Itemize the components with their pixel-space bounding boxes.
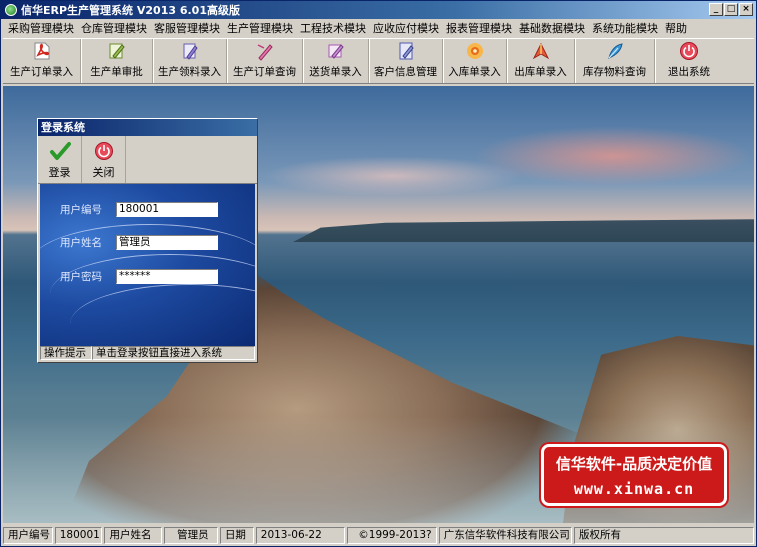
- sunset-cloud: [263, 156, 523, 196]
- arrow-feather-icon: [530, 40, 552, 62]
- menu-customer-service[interactable]: 客服管理模块: [151, 20, 223, 36]
- menu-bar: 采购管理模块 仓库管理模块 客服管理模块 生产管理模块 工程技术模块 应收应付模…: [1, 19, 756, 37]
- close-dialog-button[interactable]: 关闭: [82, 136, 126, 183]
- toolbar-label: 客户信息管理: [374, 66, 437, 78]
- feather-icon: [604, 40, 626, 62]
- menu-warehouse[interactable]: 仓库管理模块: [78, 20, 150, 36]
- status-rights: 版权所有: [574, 526, 754, 544]
- login-dialog-title: 登录系统: [38, 119, 257, 136]
- toolbar-label: 生产订单录入: [10, 66, 73, 78]
- toolbar-production-order-entry[interactable]: 生产订单录入: [3, 39, 81, 83]
- brand-banner: 信华软件-品质决定价值 www.xinwa.cn: [541, 444, 727, 506]
- toolbar-material-requisition[interactable]: 生产领料录入: [153, 39, 227, 83]
- toolbar-label: 退出系统: [668, 66, 710, 78]
- toolbar-label: 生产单审批: [90, 66, 143, 78]
- user-id-row: 用户编号 180001: [60, 202, 218, 217]
- toolbar-label: 出库单录入: [514, 66, 567, 78]
- user-name-field[interactable]: 管理员: [116, 235, 218, 250]
- toolbar-stock-in-entry[interactable]: 入库单录入: [443, 39, 507, 83]
- menu-engineering[interactable]: 工程技术模块: [297, 20, 369, 36]
- menu-production[interactable]: 生产管理模块: [224, 20, 296, 36]
- menu-reports[interactable]: 报表管理模块: [443, 20, 515, 36]
- menu-system[interactable]: 系统功能模块: [589, 20, 661, 36]
- user-name-label: 用户姓名: [60, 237, 102, 249]
- window-controls: _ □ ×: [709, 3, 753, 16]
- status-company: 广东信华软件科技有限公司: [438, 526, 573, 544]
- hint-text: 单击登录按钮直接进入系统: [92, 346, 255, 360]
- power-icon: [93, 140, 115, 162]
- close-button-label: 关闭: [92, 165, 115, 179]
- toolbar-customer-info[interactable]: 客户信息管理: [369, 39, 443, 83]
- toolbar-exit-system[interactable]: 退出系统: [655, 39, 723, 83]
- toolbar-label: 入库单录入: [448, 66, 501, 78]
- menu-base-data[interactable]: 基础数据模块: [516, 20, 588, 36]
- app-logo-icon: [5, 4, 17, 16]
- toolbar-label: 库存物料查询: [583, 66, 646, 78]
- toolbar-production-order-query[interactable]: 生产订单查询: [227, 39, 303, 83]
- toolbar-inventory-query[interactable]: 库存物料查询: [575, 39, 655, 83]
- status-user-name: 管理员: [164, 526, 218, 544]
- pen-query-icon: [254, 40, 276, 62]
- toolbar-production-approval[interactable]: 生产单审批: [81, 39, 153, 83]
- main-window: 信华ERP生产管理系统 V2013 6.01高级版 _ □ × 采购管理模块 仓…: [0, 0, 757, 547]
- login-button-label: 登录: [48, 165, 71, 179]
- brand-url: www.xinwa.cn: [573, 480, 695, 498]
- notebook-icon: [395, 40, 417, 62]
- minimize-button[interactable]: _: [709, 3, 723, 16]
- login-panel: 用户编号 180001 用户姓名 管理员 用户密码 ******: [40, 184, 255, 346]
- status-user-id: 180001: [54, 526, 103, 544]
- status-date: 2013-06-22: [255, 526, 346, 544]
- distant-headland: [293, 219, 754, 242]
- toolbar-delivery-entry[interactable]: 送货单录入: [303, 39, 369, 83]
- menu-help[interactable]: 帮助: [662, 20, 690, 36]
- pdf-icon: [31, 40, 53, 62]
- status-user-id-label: 用户编号: [3, 526, 53, 544]
- login-toolbar: 登录 关闭: [38, 136, 257, 184]
- window-title: 信华ERP生产管理系统 V2013 6.01高级版: [21, 4, 240, 17]
- menu-receivables[interactable]: 应收应付模块: [370, 20, 442, 36]
- pencil-doc-icon: [179, 40, 201, 62]
- user-id-label: 用户编号: [60, 204, 102, 216]
- hint-label: 操作提示: [40, 346, 92, 360]
- flower-icon: [464, 40, 486, 62]
- status-copyright: ©1999-2013?: [347, 526, 437, 544]
- login-button[interactable]: 登录: [38, 136, 82, 183]
- password-field[interactable]: ******: [116, 269, 218, 284]
- maximize-button[interactable]: □: [724, 3, 738, 16]
- main-toolbar: 生产订单录入 生产单审批 生产领料录入 生产订单查询 送货单录入 客户信息管理 …: [3, 38, 754, 84]
- login-dialog: 登录系统 登录 关闭 用户编号 180001 用户姓名 管理员 用户密码 ***…: [37, 118, 258, 363]
- toolbar-label: 生产订单查询: [233, 66, 296, 78]
- title-bar: 信华ERP生产管理系统 V2013 6.01高级版 _ □ ×: [1, 1, 756, 19]
- password-label: 用户密码: [60, 271, 102, 283]
- power-icon: [678, 40, 700, 62]
- user-id-field[interactable]: 180001: [116, 202, 218, 217]
- login-status-bar: 操作提示 单击登录按钮直接进入系统: [40, 346, 255, 360]
- menu-purchase[interactable]: 采购管理模块: [5, 20, 77, 36]
- user-name-row: 用户姓名 管理员: [60, 235, 218, 250]
- status-user-name-label: 用户姓名: [104, 526, 163, 544]
- close-window-button[interactable]: ×: [739, 3, 753, 16]
- status-bar: 用户编号 180001 用户姓名 管理员 日期 2013-06-22 ©1999…: [3, 525, 754, 545]
- pencil-approve-icon: [106, 40, 128, 62]
- brand-slogan: 信华软件-品质决定价值: [555, 455, 713, 473]
- toolbar-stock-out-entry[interactable]: 出库单录入: [507, 39, 575, 83]
- delivery-pen-icon: [325, 40, 347, 62]
- toolbar-label: 送货单录入: [309, 66, 362, 78]
- checkmark-icon: [49, 140, 71, 162]
- status-date-label: 日期: [219, 526, 254, 544]
- toolbar-label: 生产领料录入: [158, 66, 221, 78]
- password-row: 用户密码 ******: [60, 269, 218, 284]
